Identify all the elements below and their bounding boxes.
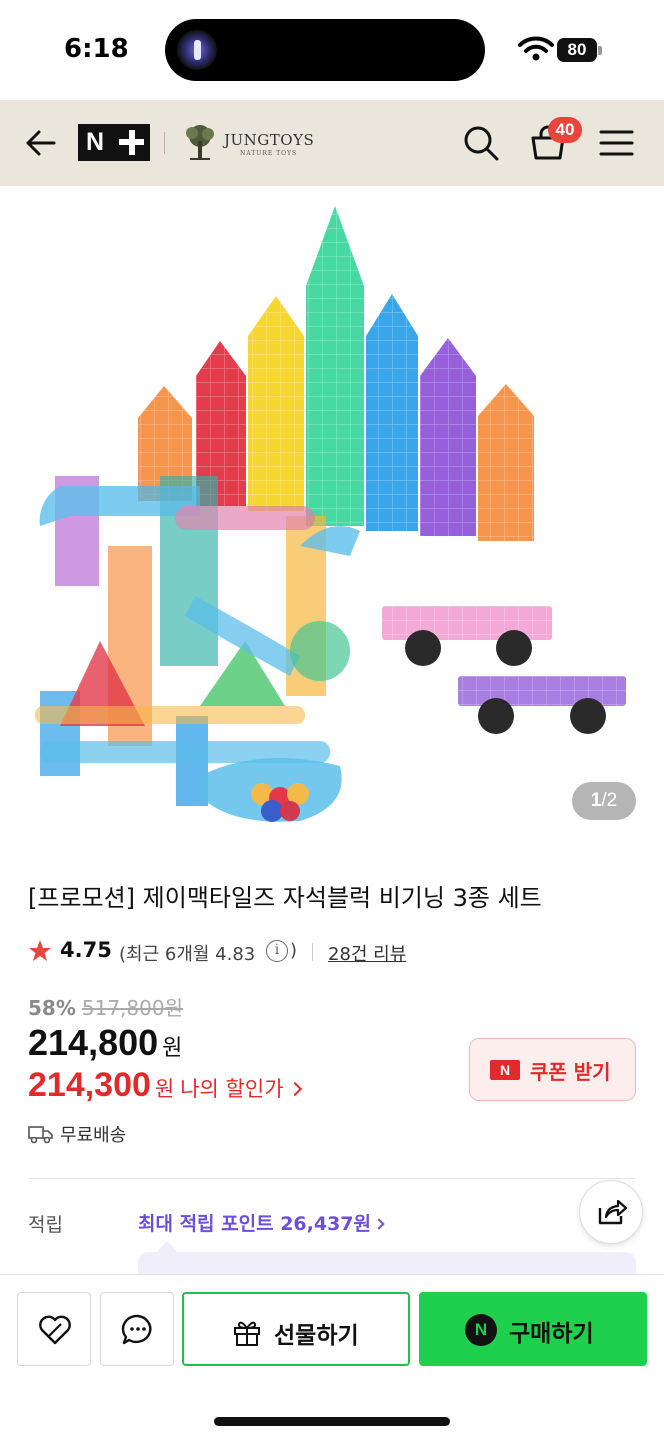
section-divider [28,1178,636,1179]
recent-rating-close: ) [290,940,298,961]
gift-label: 선물하기 [274,1323,359,1349]
plus-icon-vertical [128,130,135,155]
heart-icon [39,1315,71,1345]
share-button[interactable] [579,1180,643,1244]
menu-icon[interactable] [599,128,634,158]
chevron-right-icon [373,1218,385,1230]
product-title: [프로모션] 제이맥타일즈 자석블럭 비기닝 3종 세트 [28,884,542,912]
rating-divider [312,943,313,961]
points-value: 최대 적립 포인트 26,437원 [138,1213,372,1235]
shipping-label: 무료배송 [60,1125,127,1146]
original-price: 517,800원 [81,996,183,1020]
tower-orange-right [478,384,534,541]
my-price-link[interactable]: 214,300 원 나의 할인가 [28,1066,302,1105]
recent-rating: (최근 6개월 4.83 [119,944,256,965]
image-counter-current: 1 [590,790,602,811]
wifi-icon [518,36,554,61]
points-label: 적립 [28,1214,63,1236]
share-icon [598,1199,628,1225]
chat-button[interactable] [100,1292,174,1366]
coupon-label: 쿠폰 받기 [530,1060,611,1084]
buy-label: 구매하기 [509,1321,594,1347]
naver-pay-icon: N [465,1314,497,1346]
status-bar: 6:18 80 [0,0,664,100]
discount-rate: 58% [28,996,76,1020]
back-arrow-icon[interactable] [24,126,58,160]
product-image-gallery[interactable]: 1/2 [0,186,664,841]
bottom-action-bar: 선물하기 N 구매하기 [0,1274,664,1440]
my-price-unit: 원 [154,1077,175,1101]
my-price-label: 나의 할인가 [180,1077,284,1101]
truck-icon [28,1126,53,1144]
rating-score: 4.75 [60,938,112,962]
price-unit: 원 [162,1036,183,1061]
tower-yellow [248,296,304,511]
car-purple [458,676,626,734]
sale-price: 214,800 [28,1022,159,1063]
gift-icon [234,1321,260,1346]
tower-green [306,206,364,526]
chevron-right-icon [287,1081,302,1097]
price-row: 214,800 원 [28,1022,182,1064]
top-header: N JUNGTOYS NATURE TOYS 40 [0,100,664,186]
naver-coupon-icon: N [490,1060,520,1080]
chat-icon [121,1314,152,1345]
marble-run [35,476,360,822]
dynamic-island [165,19,485,81]
star-icon [29,940,51,961]
info-icon[interactable]: i [266,940,288,962]
coupon-button[interactable]: N 쿠폰 받기 [469,1038,636,1101]
battery-indicator: 80 [557,38,597,62]
points-link[interactable]: 최대 적립 포인트 26,437원 [138,1209,385,1236]
car-pink [382,606,552,666]
buy-button[interactable]: N 구매하기 [419,1292,647,1366]
image-counter: 1/2 [572,782,636,820]
discount-row: 58% 517,800원 [28,992,183,1021]
status-time: 6:18 [64,34,129,64]
battery-tip [598,46,602,55]
home-indicator [214,1417,450,1426]
brand-tagline: NATURE TOYS [240,150,298,157]
wishlist-button[interactable] [17,1292,91,1366]
gift-button[interactable]: 선물하기 [182,1292,410,1366]
cart-count-badge: 40 [548,117,582,143]
tree-icon [186,125,214,160]
tower-blue [366,294,418,531]
image-counter-total: 2 [606,790,618,811]
rating-row: 4.75 (최근 6개월 4.83 i ) 28건 리뷰 [28,936,648,966]
tower-purple [420,338,476,536]
product-image [35,206,626,822]
brand-logo[interactable]: JUNGTOYS NATURE TOYS [182,123,322,163]
search-icon[interactable] [462,124,500,162]
my-discount-price: 214,300 [28,1066,151,1104]
review-link[interactable]: 28건 리뷰 [328,940,406,966]
header-divider [164,132,165,154]
brand-name: JUNGTOYS [224,131,315,149]
nplus-logo[interactable]: N [78,124,150,161]
flashlight-icon [177,30,217,70]
nplus-logo-letter: N [86,128,105,156]
